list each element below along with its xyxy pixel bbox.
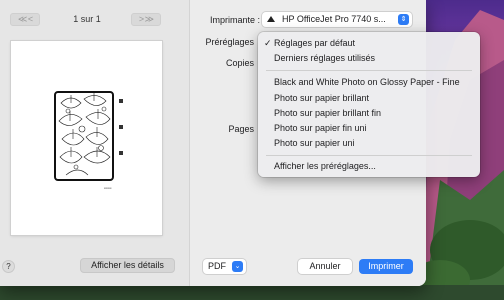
page-count: 1 sur 1 xyxy=(73,14,101,24)
chevron-updown-icon: ⇕ xyxy=(398,14,409,25)
preview-mark xyxy=(119,151,123,155)
menu-item-preset[interactable]: Photo sur papier fin uni xyxy=(258,121,480,136)
preview-pane: ≪ < 1 sur 1 > ≫ ▪▪▪▪▪▪▪ ? Afficher les d… xyxy=(0,0,190,286)
next-page-button[interactable]: > ≫ xyxy=(131,13,161,26)
menu-item-default[interactable]: ✓ Réglages par défaut xyxy=(258,36,480,51)
menu-item-preset[interactable]: Photo sur papier brillant fin xyxy=(258,106,480,121)
menu-item-preset[interactable]: Photo sur papier uni xyxy=(258,136,480,151)
cancel-button[interactable]: Annuler xyxy=(298,259,352,274)
chevron-down-icon: ⌄ xyxy=(232,261,243,272)
preview-mark xyxy=(119,99,123,103)
preview-caption: ▪▪▪▪▪▪▪ xyxy=(104,186,112,190)
pdf-label: PDF xyxy=(208,261,226,271)
show-details-button[interactable]: Afficher les détails xyxy=(80,258,175,273)
menu-item-show-presets[interactable]: Afficher les préréglages... xyxy=(258,159,480,174)
print-button[interactable]: Imprimer xyxy=(359,259,413,274)
printer-warning-icon xyxy=(267,16,275,22)
preview-artwork xyxy=(54,91,114,181)
checkmark-icon: ✓ xyxy=(264,38,272,48)
printer-select[interactable]: HP OfficeJet Pro 7740 s... ⇕ xyxy=(262,12,412,27)
menu-separator xyxy=(266,155,472,156)
copies-label: Copies xyxy=(225,58,254,68)
page-preview: ▪▪▪▪▪▪▪ xyxy=(11,41,162,235)
pages-label: Pages xyxy=(228,124,254,134)
menu-item-preset[interactable]: Black and White Photo on Glossy Paper - … xyxy=(258,75,480,90)
menu-item-preset[interactable]: Photo sur papier brillant xyxy=(258,91,480,106)
printer-value: HP OfficeJet Pro 7740 s... xyxy=(282,14,386,24)
pdf-menu-button[interactable]: PDF ⌄ xyxy=(203,259,246,274)
preview-mark xyxy=(119,125,123,129)
presets-menu: ✓ Réglages par défaut Derniers réglages … xyxy=(258,32,480,177)
menu-separator xyxy=(266,70,472,71)
printer-label: Imprimante : xyxy=(209,15,260,25)
help-button[interactable]: ? xyxy=(2,260,15,273)
menu-item-recent[interactable]: Derniers réglages utilisés xyxy=(258,51,480,66)
previous-page-button[interactable]: ≪ < xyxy=(10,13,40,26)
presets-label: Préréglages xyxy=(205,37,254,47)
menu-item-label: Réglages par défaut xyxy=(274,38,356,48)
